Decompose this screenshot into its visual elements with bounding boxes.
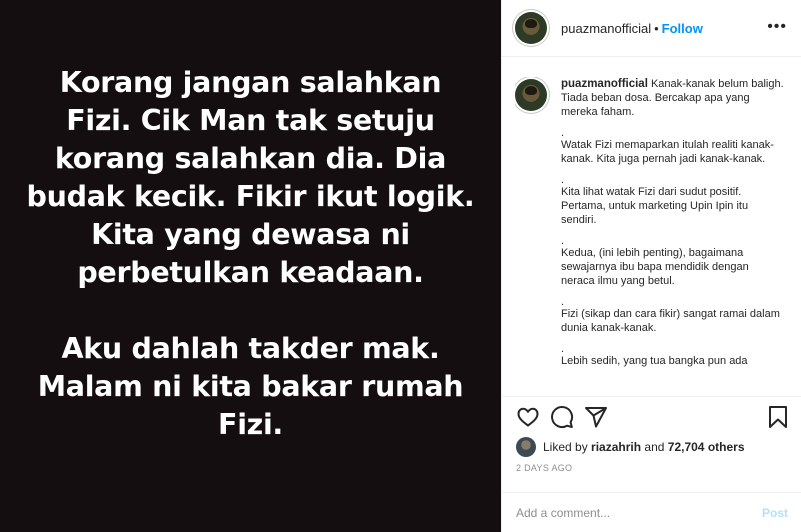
post-side-panel: puazmanofficial • Follow ••• puazmanoffi… — [501, 0, 801, 532]
add-comment-bar: Post — [502, 492, 801, 532]
comment-input[interactable] — [516, 505, 762, 520]
avatar[interactable] — [515, 12, 547, 44]
caption-line: . — [561, 343, 565, 355]
bookmark-icon[interactable] — [766, 405, 790, 429]
liker-username[interactable]: riazahrih — [591, 440, 641, 454]
likes-middle: and — [644, 440, 665, 454]
likes-summary: Liked by riazahrih and 72,704 others — [516, 437, 745, 457]
post-comment-button[interactable]: Post — [762, 506, 788, 520]
separator-dot: • — [654, 20, 659, 36]
header-username[interactable]: puazmanofficial — [561, 21, 651, 36]
heart-icon[interactable] — [516, 405, 540, 429]
caption-section: puazmanofficial Kanak-kanak belum baligh… — [515, 77, 795, 395]
follow-button[interactable]: Follow — [662, 21, 703, 36]
caption-line: Lebih sedih, yang tua bangka pun ada — [561, 355, 748, 367]
caption-line: . — [561, 127, 565, 139]
caption-line: . — [561, 296, 565, 308]
caption-avatar[interactable] — [515, 79, 547, 111]
caption-line: Kedua, (ini lebih penting), bagaimana se… — [561, 247, 749, 287]
post-header: puazmanofficial • Follow ••• — [502, 0, 801, 57]
caption-text: puazmanofficial Kanak-kanak belum baligh… — [561, 77, 785, 395]
quote-paragraph-1: Korang jangan salahkan Fizi. Cik Man tak… — [26, 66, 475, 289]
liker-avatar[interactable] — [516, 437, 536, 457]
post-actions: Liked by riazahrih and 72,704 others 2 D… — [502, 396, 801, 502]
caption-line: . — [561, 235, 565, 247]
likes-prefix: Liked by — [543, 440, 588, 454]
likes-count[interactable]: 72,704 others — [668, 440, 745, 454]
post-timestamp[interactable]: 2 DAYS AGO — [516, 463, 572, 473]
caption-line: . — [561, 174, 565, 186]
post-media[interactable]: Korang jangan salahkan Fizi. Cik Man tak… — [0, 0, 501, 532]
caption-username[interactable]: puazmanofficial — [561, 78, 648, 90]
quote-paragraph-2: Aku dahlah takder mak. Malam ni kita bak… — [37, 332, 464, 441]
caption-line: Kita lihat watak Fizi dari sudut positif… — [561, 186, 749, 226]
share-icon[interactable] — [584, 405, 608, 429]
caption-line: Fizi (sikap dan cara fikir) sangat ramai… — [561, 308, 780, 334]
caption-line: Watak Fizi memaparkan itulah realiti kan… — [561, 139, 774, 165]
comment-icon[interactable] — [550, 405, 574, 429]
more-options-icon[interactable]: ••• — [767, 19, 787, 35]
